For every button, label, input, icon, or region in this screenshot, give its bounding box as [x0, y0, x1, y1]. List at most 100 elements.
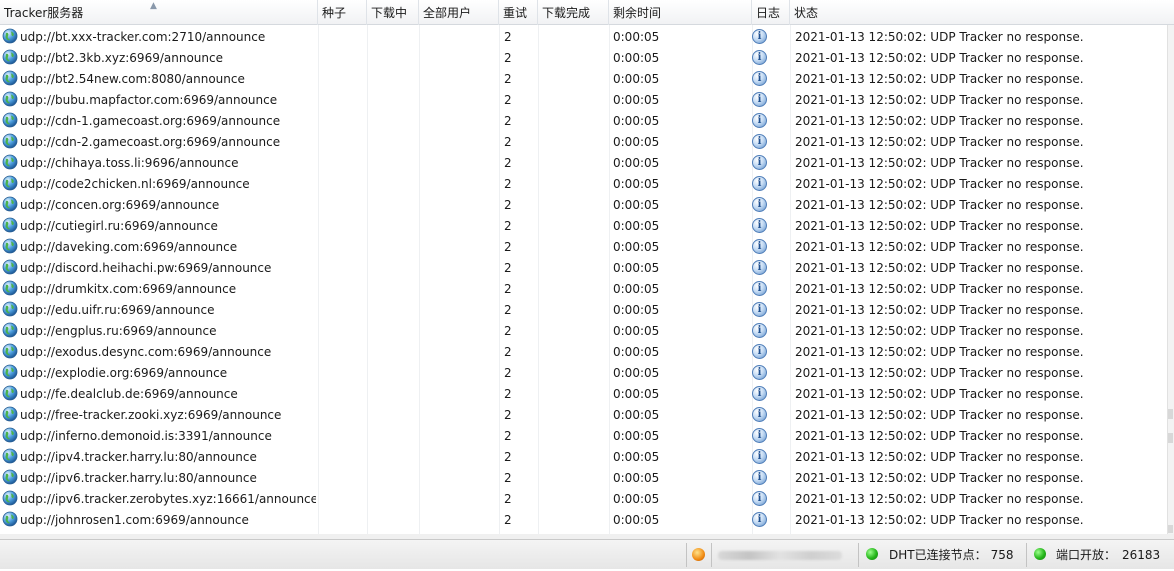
column-header-seeds-label: 种子 [322, 6, 347, 20]
info-icon[interactable]: i [752, 134, 767, 149]
info-icon[interactable]: i [752, 71, 767, 86]
info-icon[interactable]: i [752, 449, 767, 464]
retry-count: 2 [504, 282, 512, 296]
table-row[interactable]: udp://cutiegirl.ru:6969/announce 2 0:00:05… [0, 215, 1168, 236]
sort-ascending-icon: ▲ [150, 1, 157, 11]
vertical-scrollbar[interactable] [1167, 25, 1174, 535]
column-header-seeds[interactable]: 种子 [318, 0, 367, 25]
table-row[interactable]: udp://engplus.ru:6969/announce 2 0:00:05 i 2… [0, 320, 1168, 341]
dht-node-count: 758 [990, 548, 1014, 562]
retry-count: 2 [504, 261, 512, 275]
port-status[interactable]: 端口开放： 26183 [1056, 540, 1160, 570]
globe-icon [2, 91, 18, 107]
tracker-url: udp://exodus.desync.com:6969/announce [20, 345, 272, 359]
table-row[interactable]: udp://bt.xxx-tracker.com:2710/announce 2 0… [0, 26, 1168, 47]
globe-icon [2, 280, 18, 296]
tracker-status: 2021-01-13 12:50:02: UDP Tracker no resp… [795, 513, 1084, 527]
retry-count: 2 [504, 114, 512, 128]
table-row[interactable]: udp://cdn-2.gamecoast.org:6969/announce 2… [0, 131, 1168, 152]
table-row[interactable]: udp://johnrosen1.com:6969/announce 2 0:00:… [0, 509, 1168, 530]
info-icon[interactable]: i [752, 239, 767, 254]
info-icon[interactable]: i [752, 302, 767, 317]
table-row[interactable]: udp://explodie.org:6969/announce 2 0:00:05… [0, 362, 1168, 383]
tracker-status: 2021-01-13 12:50:02: UDP Tracker no resp… [795, 135, 1084, 149]
tracker-url: udp://bt.xxx-tracker.com:2710/announce [20, 30, 266, 44]
tracker-url: udp://cdn-1.gamecoast.org:6969/announce [20, 114, 281, 128]
info-icon[interactable]: i [752, 176, 767, 191]
table-row[interactable]: udp://free-tracker.zooki.xyz:6969/announ… [0, 404, 1168, 425]
info-icon[interactable]: i [752, 512, 767, 527]
status-separator [711, 543, 712, 567]
info-icon[interactable]: i [752, 218, 767, 233]
column-header-log[interactable]: 日志 [752, 0, 790, 25]
table-row[interactable]: udp://ipv6.tracker.zerobytes.xyz:16661/a… [0, 488, 1168, 509]
info-icon[interactable]: i [752, 92, 767, 107]
table-row[interactable]: udp://daveking.com:6969/announce 2 0:00:05… [0, 236, 1168, 257]
scrollbar-grip [1168, 433, 1173, 443]
info-icon[interactable]: i [752, 197, 767, 212]
table-row[interactable]: udp://exodus.desync.com:6969/announce 2 0:… [0, 341, 1168, 362]
retry-count: 2 [504, 303, 512, 317]
info-icon[interactable]: i [752, 113, 767, 128]
table-row[interactable]: udp://ipv4.tracker.harry.lu:80/announce 2… [0, 446, 1168, 467]
table-row[interactable]: udp://discord.heihachi.pw:6969/announce 2… [0, 257, 1168, 278]
table-row[interactable]: udp://concen.org:6969/announce 2 0:00:05 i 2… [0, 194, 1168, 215]
globe-icon [2, 469, 18, 485]
tracker-status: 2021-01-13 12:50:02: UDP Tracker no resp… [795, 177, 1084, 191]
tracker-url: udp://discord.heihachi.pw:6969/announce [20, 261, 272, 275]
table-row[interactable]: udp://inferno.demonoid.is:3391/announce 2… [0, 425, 1168, 446]
tracker-status: 2021-01-13 12:50:02: UDP Tracker no resp… [795, 261, 1084, 275]
table-row[interactable]: udp://fe.dealclub.de:6969/announce 2 0:00:… [0, 383, 1168, 404]
column-header-downloading[interactable]: 下载中 [367, 0, 419, 25]
retry-count: 2 [504, 219, 512, 233]
table-row[interactable]: udp://cdn-1.gamecoast.org:6969/announce 2… [0, 110, 1168, 131]
column-header-completed[interactable]: 下载完成 [538, 0, 609, 25]
tracker-url: udp://ipv6.tracker.zerobytes.xyz:16661/a… [20, 492, 316, 506]
column-header-retry[interactable]: 重试 [499, 0, 538, 25]
info-icon[interactable]: i [752, 407, 767, 422]
globe-icon [2, 406, 18, 422]
table-row[interactable]: udp://drumkitx.com:6969/announce 2 0:00:05… [0, 278, 1168, 299]
globe-icon [2, 133, 18, 149]
info-icon[interactable]: i [752, 428, 767, 443]
port-label: 端口开放： [1056, 548, 1117, 562]
remaining-time: 0:00:05 [613, 345, 660, 359]
table-row[interactable]: udp://edu.uifr.ru:6969/announce 2 0:00:05 i… [0, 299, 1168, 320]
port-status-icon [1034, 548, 1046, 560]
table-row[interactable]: udp://bubu.mapfactor.com:6969/announce 2 0… [0, 89, 1168, 110]
column-header-tracker-label: Tracker服务器 [4, 6, 84, 20]
scrollbar-grip [1168, 409, 1173, 419]
info-icon[interactable]: i [752, 344, 767, 359]
remaining-time: 0:00:05 [613, 93, 660, 107]
info-icon[interactable]: i [752, 50, 767, 65]
tracker-url: udp://chihaya.toss.li:9696/announce [20, 156, 239, 170]
info-icon[interactable]: i [752, 323, 767, 338]
table-row[interactable]: udp://bt2.3kb.xyz:6969/announce 2 0:00:05 i… [0, 47, 1168, 68]
globe-icon [2, 175, 18, 191]
table-row[interactable]: udp://ipv6.tracker.harry.lu:80/announce 2… [0, 467, 1168, 488]
globe-icon [2, 448, 18, 464]
info-icon[interactable]: i [752, 260, 767, 275]
column-header-remaining[interactable]: 剩余时间 [609, 0, 752, 25]
info-icon[interactable]: i [752, 365, 767, 380]
globe-icon [2, 112, 18, 128]
table-row[interactable]: udp://bt2.54new.com:8080/announce 2 0:00:0… [0, 68, 1168, 89]
info-icon[interactable]: i [752, 491, 767, 506]
tracker-url: udp://cutiegirl.ru:6969/announce [20, 219, 218, 233]
globe-icon [2, 70, 18, 86]
column-header-status[interactable]: 状态 [790, 0, 1174, 25]
globe-icon [2, 511, 18, 527]
info-icon[interactable]: i [752, 470, 767, 485]
table-row[interactable]: udp://chihaya.toss.li:9696/announce 2 0:00… [0, 152, 1168, 173]
tracker-url: udp://daveking.com:6969/announce [20, 240, 238, 254]
tracker-status: 2021-01-13 12:50:02: UDP Tracker no resp… [795, 30, 1084, 44]
column-header-tracker[interactable]: Tracker服务器 ▲ [0, 0, 318, 25]
info-icon[interactable]: i [752, 29, 767, 44]
table-row[interactable]: udp://code2chicken.nl:6969/announce 2 0:00… [0, 173, 1168, 194]
column-header-all-users[interactable]: 全部用户 [419, 0, 499, 25]
column-header-remaining-label: 剩余时间 [613, 6, 662, 20]
dht-status[interactable]: DHT已连接节点： 758 [889, 540, 1014, 570]
info-icon[interactable]: i [752, 386, 767, 401]
info-icon[interactable]: i [752, 155, 767, 170]
info-icon[interactable]: i [752, 281, 767, 296]
